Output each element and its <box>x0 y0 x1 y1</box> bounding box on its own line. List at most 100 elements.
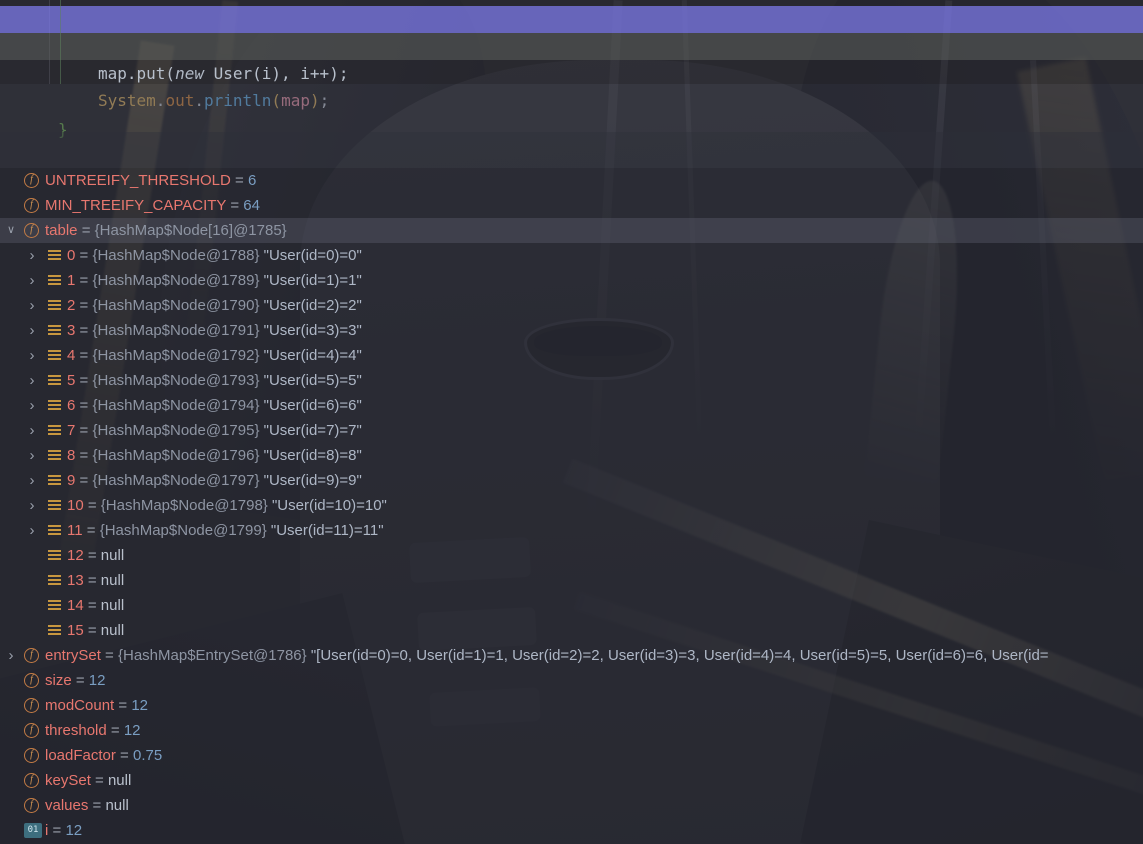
variable-value: "User(id=6)=6" <box>263 397 362 414</box>
field-icon: f <box>24 223 39 238</box>
variable-text: 11 = {HashMap$Node@1799} "User(id=11)=11… <box>67 518 384 543</box>
variable-row[interactable]: 12 = null <box>0 543 1143 568</box>
variable-text: 5 = {HashMap$Node@1793} "User(id=5)=5" <box>67 368 362 393</box>
variable-row[interactable]: › 0 = {HashMap$Node@1788} "User(id=0)=0" <box>0 243 1143 268</box>
variable-name: modCount <box>45 697 115 714</box>
variable-value: "User(id=11)=11" <box>270 522 384 539</box>
variable-row[interactable]: › 8 = {HashMap$Node@1796} "User(id=8)=8" <box>0 443 1143 468</box>
variable-row[interactable]: 13 = null <box>0 568 1143 593</box>
variable-row[interactable]: f MIN_TREEIFY_CAPACITY = 64 <box>0 193 1143 218</box>
chevron-right-icon[interactable]: › <box>21 368 43 393</box>
variable-row[interactable]: › 4 = {HashMap$Node@1792} "User(id=4)=4" <box>0 343 1143 368</box>
variable-text: UNTREEIFY_THRESHOLD = 6 <box>45 168 256 193</box>
array-element-icon <box>48 600 61 612</box>
chevron-right-icon[interactable]: › <box>21 518 43 543</box>
variable-row[interactable]: 14 = null <box>0 593 1143 618</box>
variable-row[interactable]: › 9 = {HashMap$Node@1797} "User(id=9)=9" <box>0 468 1143 493</box>
chevron-right-icon[interactable]: › <box>21 243 43 268</box>
equals-sign: = <box>226 197 244 214</box>
variable-row[interactable]: › 2 = {HashMap$Node@1790} "User(id=2)=2" <box>0 293 1143 318</box>
variable-row[interactable]: 15 = null <box>0 618 1143 643</box>
variable-text: 15 = null <box>67 618 124 643</box>
variable-row[interactable]: › 3 = {HashMap$Node@1791} "User(id=3)=3" <box>0 318 1143 343</box>
field-icon: f <box>24 748 39 763</box>
variable-row[interactable]: f size = 12 <box>0 668 1143 693</box>
variable-name: 10 <box>67 497 84 514</box>
equals-sign: = <box>75 422 93 439</box>
variable-value: "User(id=0)=0" <box>263 247 362 264</box>
variable-row[interactable]: f modCount = 12 <box>0 693 1143 718</box>
variable-value: 64 <box>243 197 260 214</box>
code-line-println[interactable]: System.out.println(map); <box>0 33 1143 110</box>
variable-row[interactable]: f values = null <box>0 793 1143 818</box>
variable-row[interactable]: ∨ f table = {HashMap$Node[16]@1785} <box>0 218 1143 243</box>
variable-value: "User(id=4)=4" <box>263 347 362 364</box>
array-element-icon <box>48 625 61 637</box>
variable-name: 11 <box>67 522 83 539</box>
chevron-right-icon[interactable]: › <box>21 443 43 468</box>
array-element-icon <box>48 500 61 512</box>
equals-sign: = <box>75 297 93 314</box>
variable-name: 15 <box>67 622 84 639</box>
variable-row[interactable]: › 5 = {HashMap$Node@1793} "User(id=5)=5" <box>0 368 1143 393</box>
field-icon: f <box>24 173 39 188</box>
array-element-icon <box>48 350 61 362</box>
equals-sign: = <box>114 697 132 714</box>
code-editor[interactable]: map.put(new User(i), i++); System.out.pr… <box>0 0 1143 139</box>
variable-value: null <box>107 772 132 789</box>
object-reference: {HashMap$Node@1789} <box>92 272 264 289</box>
field-icon: f <box>24 698 39 713</box>
variable-row[interactable]: › f entrySet = {HashMap$EntrySet@1786} "[U… <box>0 643 1143 668</box>
chevron-right-icon[interactable]: › <box>21 468 43 493</box>
variable-name: UNTREEIFY_THRESHOLD <box>45 172 231 189</box>
variable-row[interactable]: › 7 = {HashMap$Node@1795} "User(id=7)=7" <box>0 418 1143 443</box>
chevron-right-icon[interactable]: › <box>21 493 43 518</box>
variable-row[interactable]: f threshold = 12 <box>0 718 1143 743</box>
equals-sign: = <box>75 322 93 339</box>
variable-row[interactable]: › 10 = {HashMap$Node@1798} "User(id=10)=1… <box>0 493 1143 518</box>
equals-sign: = <box>75 447 93 464</box>
code-line-execution-highlighted[interactable]: map.put(new User(i), i++); <box>0 6 1143 83</box>
equals-sign: = <box>230 172 248 189</box>
variable-text: modCount = 12 <box>45 693 148 718</box>
variable-row[interactable]: › 11 = {HashMap$Node@1799} "User(id=11)=1… <box>0 518 1143 543</box>
variable-row[interactable]: › 1 = {HashMap$Node@1789} "User(id=1)=1" <box>0 268 1143 293</box>
chevron-down-icon[interactable]: ∨ <box>0 218 22 243</box>
variable-value: null <box>100 597 125 614</box>
chevron-right-icon[interactable]: › <box>21 393 43 418</box>
variable-name: values <box>45 797 89 814</box>
chevron-right-icon[interactable]: › <box>21 318 43 343</box>
variable-value: null <box>100 572 125 589</box>
equals-sign: = <box>90 772 108 789</box>
variable-row[interactable]: f loadFactor = 0.75 <box>0 743 1143 768</box>
variable-value: "User(id=2)=2" <box>263 297 362 314</box>
equals-sign: = <box>71 672 89 689</box>
variable-name: MIN_TREEIFY_CAPACITY <box>45 197 227 214</box>
debugger-variables-tree[interactable]: f UNTREEIFY_THRESHOLD = 6 f MIN_TREEIFY_CAP… <box>0 168 1143 844</box>
equals-sign: = <box>88 797 106 814</box>
object-reference: {HashMap$Node@1799} <box>99 522 271 539</box>
variable-text: values = null <box>45 793 129 818</box>
variable-text: 9 = {HashMap$Node@1797} "User(id=9)=9" <box>67 468 362 493</box>
variable-row[interactable]: f keySet = null <box>0 768 1143 793</box>
chevron-right-icon[interactable]: › <box>21 343 43 368</box>
chevron-right-icon[interactable]: › <box>21 418 43 443</box>
object-reference: {HashMap$Node@1797} <box>92 472 264 489</box>
variable-text: 2 = {HashMap$Node@1790} "User(id=2)=2" <box>67 293 362 318</box>
variable-row[interactable]: 01 i = 12 <box>0 818 1143 843</box>
chevron-right-icon[interactable]: › <box>21 293 43 318</box>
variable-text: 7 = {HashMap$Node@1795} "User(id=7)=7" <box>67 418 362 443</box>
chevron-right-icon[interactable]: › <box>0 643 22 668</box>
variable-text: 8 = {HashMap$Node@1796} "User(id=8)=8" <box>67 443 362 468</box>
equals-sign: = <box>83 597 101 614</box>
variable-value: 12 <box>131 697 149 714</box>
equals-sign: = <box>77 222 95 239</box>
variable-value: "User(id=10)=10" <box>271 497 387 514</box>
field-icon: f <box>24 773 39 788</box>
variable-text: 3 = {HashMap$Node@1791} "User(id=3)=3" <box>67 318 362 343</box>
chevron-right-icon[interactable]: › <box>21 268 43 293</box>
variable-value: 12 <box>65 822 83 839</box>
variable-text: 6 = {HashMap$Node@1794} "User(id=6)=6" <box>67 393 362 418</box>
variable-row[interactable]: › 6 = {HashMap$Node@1794} "User(id=6)=6" <box>0 393 1143 418</box>
variable-row[interactable]: f UNTREEIFY_THRESHOLD = 6 <box>0 168 1143 193</box>
